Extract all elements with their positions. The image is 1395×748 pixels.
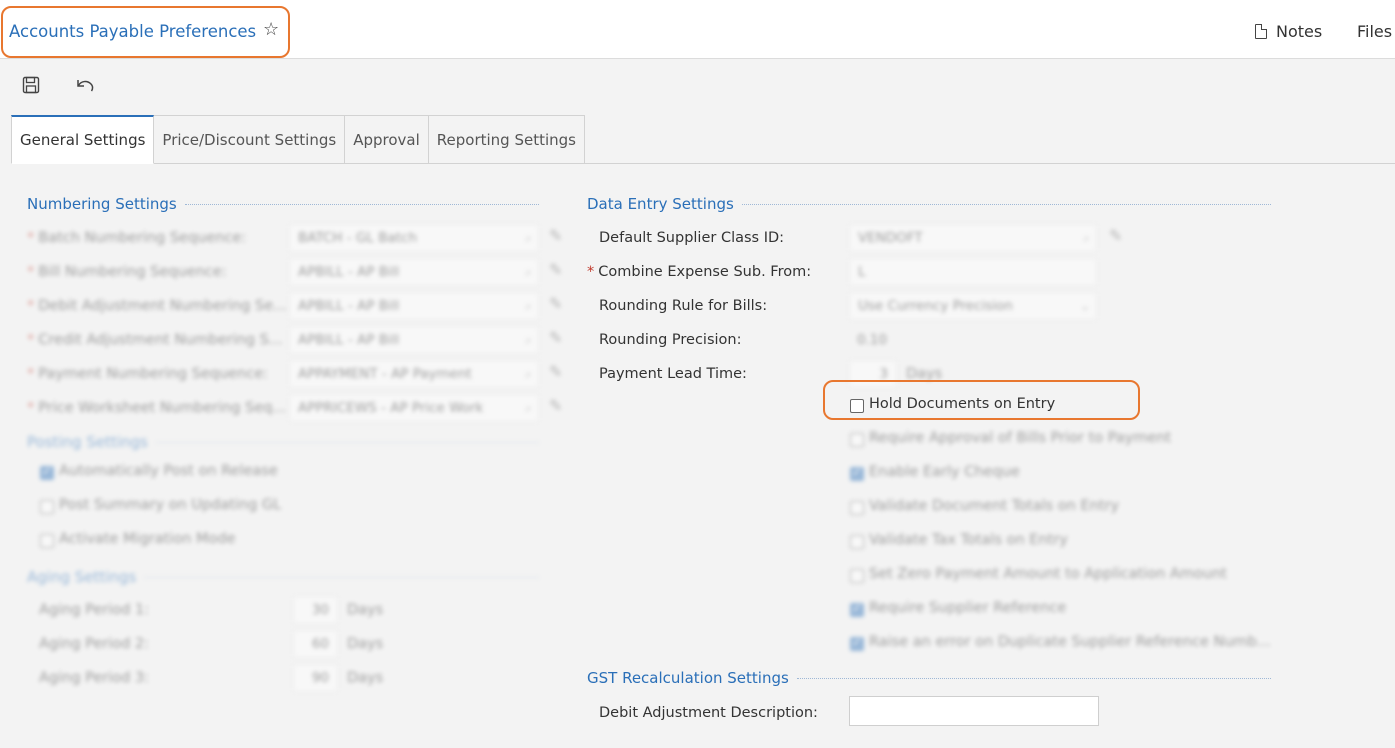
posting-settings-title: Posting Settings (27, 433, 539, 451)
validate-document-totals-label: Validate Document Totals on Entry (869, 498, 1120, 514)
supplier-class-input[interactable]: VENDOFT ⌕ (849, 224, 1097, 252)
migration-mode-label: Activate Migration Mode (59, 531, 236, 547)
require-approval-label: Require Approval of Bills Prior to Payme… (869, 430, 1172, 446)
days-unit: Days (347, 602, 384, 618)
combine-expense-label: * Combine Expense Sub. From: (587, 264, 812, 280)
days-unit: Days (347, 670, 384, 686)
gst-recalculation-title: GST Recalculation Settings (587, 669, 1271, 687)
rounding-rule-select[interactable]: Use Currency Precision ⌄ (849, 292, 1097, 320)
pencil-icon[interactable]: ✎ (549, 226, 562, 245)
zero-payment-checkbox[interactable] (850, 569, 864, 583)
payment-numbering-input[interactable]: APPAYMENT - AP Payment ⌕ (289, 360, 539, 388)
auto-post-label: Automatically Post on Release (59, 463, 278, 479)
require-approval-checkbox[interactable] (850, 433, 864, 447)
hold-documents-label: Hold Documents on Entry (869, 396, 1056, 412)
tab-reporting-settings[interactable]: Reporting Settings (428, 115, 585, 164)
notes-button[interactable]: Notes (1255, 22, 1322, 41)
save-icon (22, 76, 40, 94)
pencil-icon[interactable]: ✎ (549, 294, 562, 313)
document-icon (1255, 24, 1267, 39)
post-summary-label: Post Summary on Updating GL (59, 497, 282, 513)
undo-button[interactable] (74, 74, 96, 96)
aging-period-label: Aging Period 3: (39, 670, 150, 686)
tab-bar: General Settings Price/Discount Settings… (11, 115, 585, 164)
files-button[interactable]: Files (1357, 22, 1392, 41)
save-button[interactable] (20, 74, 42, 96)
aging-period-1-input[interactable]: 30 (293, 596, 338, 624)
pencil-icon[interactable]: ✎ (549, 328, 562, 347)
undo-icon (77, 80, 94, 92)
combine-expense-input[interactable]: L (849, 258, 1097, 286)
aging-period-label: Aging Period 1: (39, 602, 150, 618)
chevron-down-icon: ⌄ (1079, 299, 1090, 313)
aging-period-label: Aging Period 2: (39, 636, 150, 652)
numbering-row-label: * Debit Adjustment Numbering Se... (27, 298, 287, 314)
numbering-row-label: * Credit Adjustment Numbering S... (27, 332, 283, 348)
numbering-row-label: * Payment Numbering Sequence: (27, 366, 269, 382)
early-cheque-label: Enable Early Cheque (869, 464, 1020, 480)
aging-settings-title: Aging Settings (27, 568, 539, 586)
debit-adjustment-description-label: Debit Adjustment Description: (599, 705, 818, 721)
duplicate-reference-error-checkbox[interactable] (850, 635, 864, 651)
numbering-row-label: * Bill Numbering Sequence: (27, 264, 227, 280)
days-unit: Days (347, 636, 384, 652)
page-header: Accounts Payable Preferences ☆ Notes Fil… (0, 0, 1395, 59)
aging-period-3-input[interactable]: 90 (293, 664, 338, 692)
validate-document-totals-checkbox[interactable] (850, 501, 864, 515)
require-supplier-reference-checkbox[interactable] (850, 601, 864, 617)
tab-price-discount-settings[interactable]: Price/Discount Settings (154, 115, 346, 164)
bill-numbering-input[interactable]: APBILL - AP Bill ⌕ (289, 258, 539, 286)
rounding-precision-label: Rounding Precision: (599, 332, 742, 348)
price-worksheet-numbering-input[interactable]: APPRICEWS - AP Price Work ⌕ (289, 394, 539, 422)
batch-numbering-input[interactable]: BATCH - GL Batch ⌕ (289, 224, 539, 252)
debit-adjustment-numbering-input[interactable]: APBILL - AP Bill ⌕ (289, 292, 539, 320)
validate-tax-totals-label: Validate Tax Totals on Entry (869, 532, 1068, 548)
numbering-settings-title: Numbering Settings (27, 195, 539, 213)
tab-divider (555, 163, 1395, 164)
rounding-precision-value: 0.10 (857, 332, 888, 348)
numbering-row-label: * Batch Numbering Sequence: (27, 230, 247, 246)
supplier-class-label: Default Supplier Class ID: (599, 230, 785, 246)
pencil-icon[interactable]: ✎ (549, 260, 562, 279)
pencil-icon[interactable]: ✎ (549, 362, 562, 381)
validate-tax-totals-checkbox[interactable] (850, 535, 864, 549)
credit-adjustment-numbering-input[interactable]: APBILL - AP Bill ⌕ (289, 326, 539, 354)
migration-mode-checkbox[interactable] (40, 534, 54, 548)
data-entry-settings-title: Data Entry Settings (587, 195, 1271, 213)
tab-general-settings[interactable]: General Settings (11, 115, 155, 164)
pencil-icon[interactable]: ✎ (1109, 226, 1122, 245)
star-icon[interactable]: ☆ (263, 19, 279, 40)
require-supplier-reference-label: Require Supplier Reference (869, 600, 1067, 616)
notes-label: Notes (1276, 22, 1323, 41)
pencil-icon[interactable]: ✎ (549, 396, 562, 415)
numbering-row-label: * Price Worksheet Numbering Seq... (27, 400, 287, 416)
page-title: Accounts Payable Preferences (9, 22, 257, 41)
hold-documents-checkbox[interactable] (850, 399, 864, 413)
post-summary-checkbox[interactable] (40, 500, 54, 514)
payment-lead-time-label: Payment Lead Time: (599, 366, 747, 382)
zero-payment-label: Set Zero Payment Amount to Application A… (869, 566, 1227, 582)
debit-adjustment-description-input[interactable] (849, 696, 1099, 726)
aging-period-2-input[interactable]: 60 (293, 630, 338, 658)
early-cheque-checkbox[interactable] (850, 465, 864, 481)
tab-approval[interactable]: Approval (345, 115, 429, 164)
rounding-rule-label: Rounding Rule for Bills: (599, 298, 768, 314)
auto-post-checkbox[interactable] (40, 464, 54, 480)
duplicate-reference-error-label: Raise an error on Duplicate Supplier Ref… (869, 634, 1271, 650)
